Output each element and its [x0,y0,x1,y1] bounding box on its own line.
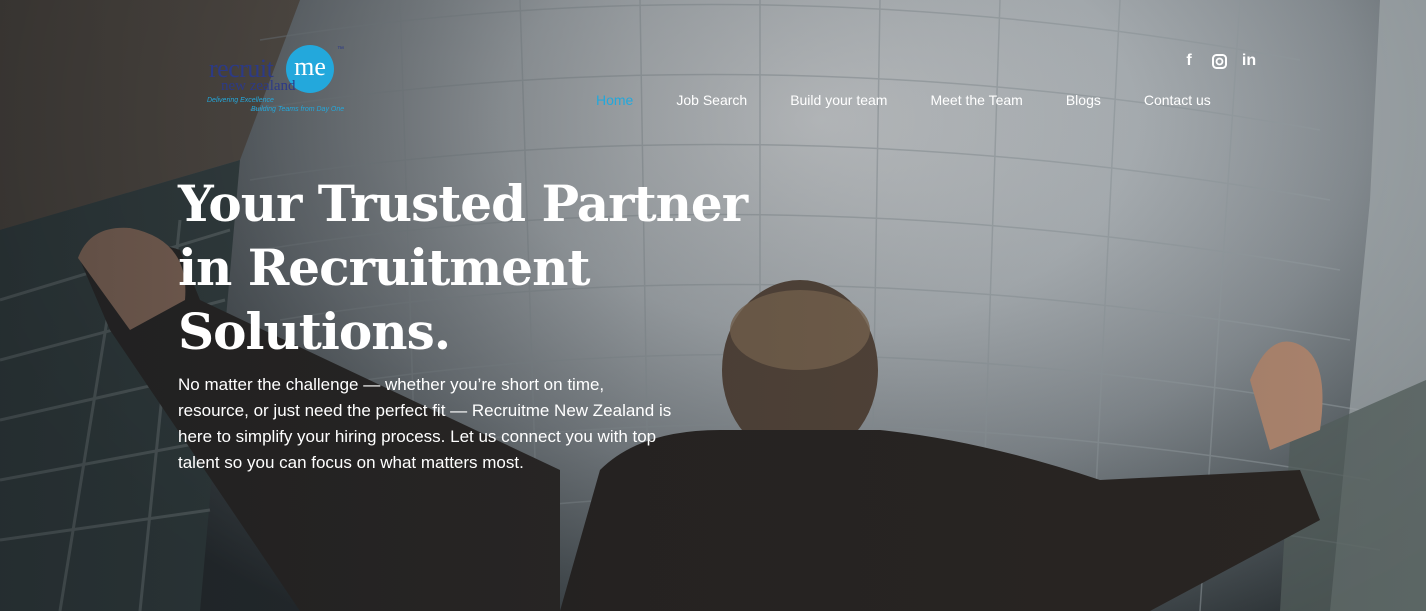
logo-tagline-2: Building Teams from Day One [251,106,345,113]
hero-subtext: No matter the challenge — whether you’re… [178,375,672,472]
facebook-icon[interactable]: f [1180,52,1198,70]
recruitme-logo[interactable]: recruit me ™ new zealand Delivering Exce… [205,42,355,122]
logo-trademark: ™ [337,46,344,53]
nav-item-contact-us[interactable]: Contact us [1144,92,1211,108]
nav-item-blogs[interactable]: Blogs [1066,92,1101,108]
hero-section: recruit me ™ new zealand Delivering Exce… [0,0,1426,611]
main-navigation: Home Job Search Build your team Meet the… [596,92,1211,108]
linkedin-icon[interactable]: in [1240,52,1258,70]
nav-item-job-search[interactable]: Job Search [676,92,747,108]
instagram-icon[interactable] [1210,52,1228,70]
hero-headline: Your Trusted Partner in Recruitment Solu… [178,174,748,361]
nav-item-home[interactable]: Home [596,92,633,108]
logo-tagline-1: Delivering Excellence [207,97,274,104]
social-links: f in [1180,52,1258,70]
nav-item-meet-the-team[interactable]: Meet the Team [930,92,1022,108]
instagram-glyph [1211,53,1227,69]
nav-item-build-your-team[interactable]: Build your team [790,92,887,108]
logo-region: new zealand [221,78,296,94]
